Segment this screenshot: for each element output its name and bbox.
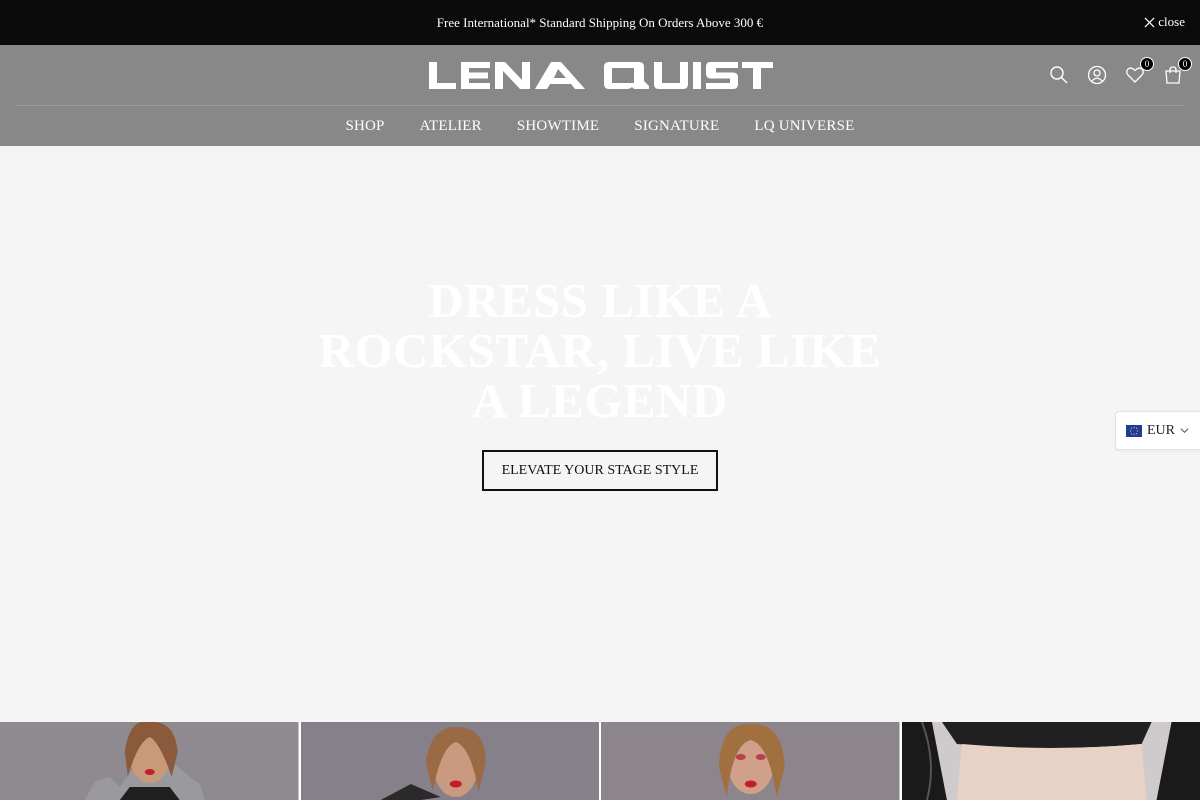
cart-count-badge: 0 [1178, 57, 1192, 71]
nav-item-atelier[interactable]: ATELIER [420, 118, 482, 135]
hero-headline: DRESS LIKE A ROCKSTAR, LIVE LIKE A LEGEN… [300, 276, 900, 426]
product-image-4[interactable] [901, 722, 1200, 800]
hero-headline-line1: DRESS LIKE A [428, 273, 772, 328]
search-icon [1050, 66, 1068, 84]
nav-item-lq-universe[interactable]: LQ UNIVERSE [754, 118, 854, 135]
chevron-down-icon [1180, 428, 1189, 434]
hero-cta-button[interactable]: ELEVATE YOUR STAGE STYLE [482, 450, 718, 491]
nav-item-shop[interactable]: SHOP [345, 118, 384, 135]
product-image-2[interactable] [300, 722, 599, 800]
nav-item-showtime[interactable]: SHOWTIME [517, 118, 599, 135]
hero-headline-line3: A LEGEND [472, 373, 728, 428]
model-photo-1 [0, 722, 299, 800]
announcement-bar: Free International* Standard Shipping On… [0, 0, 1200, 45]
wishlist-button[interactable]: 0 [1124, 57, 1154, 86]
product-image-3[interactable] [601, 722, 900, 800]
site-header: 0 0 SHOP ATELIER SHOWTIME SIGNATURE LQ U… [0, 45, 1200, 146]
eu-flag-icon [1126, 424, 1142, 437]
nav-item-signature[interactable]: SIGNATURE [634, 118, 719, 135]
lena-quist-logo[interactable] [428, 61, 774, 90]
close-label: close [1158, 14, 1185, 29]
account-button[interactable] [1086, 64, 1108, 86]
model-photo-4 [901, 722, 1200, 800]
main-nav: SHOP ATELIER SHOWTIME SIGNATURE LQ UNIVE… [0, 106, 1200, 146]
currency-code: EUR [1147, 422, 1175, 438]
hero-headline-line2: ROCKSTAR, LIVE LIKE [318, 323, 882, 378]
product-image-1[interactable] [0, 722, 299, 800]
header-actions: 0 0 [1048, 57, 1192, 87]
hero-section: DRESS LIKE A ROCKSTAR, LIVE LIKE A LEGEN… [0, 146, 1200, 722]
cart-button[interactable]: 0 [1162, 57, 1192, 86]
model-photo-2 [300, 722, 599, 800]
announcement-text: Free International* Standard Shipping On… [436, 14, 764, 30]
currency-switcher[interactable]: EUR [1115, 411, 1200, 450]
wishlist-count-badge: 0 [1140, 57, 1154, 71]
account-icon [1087, 65, 1107, 85]
close-icon [1144, 16, 1155, 28]
product-image-strip [0, 722, 1200, 800]
announcement-close-button[interactable]: close [1144, 14, 1185, 30]
model-photo-3 [601, 722, 900, 800]
search-button[interactable] [1048, 64, 1070, 86]
